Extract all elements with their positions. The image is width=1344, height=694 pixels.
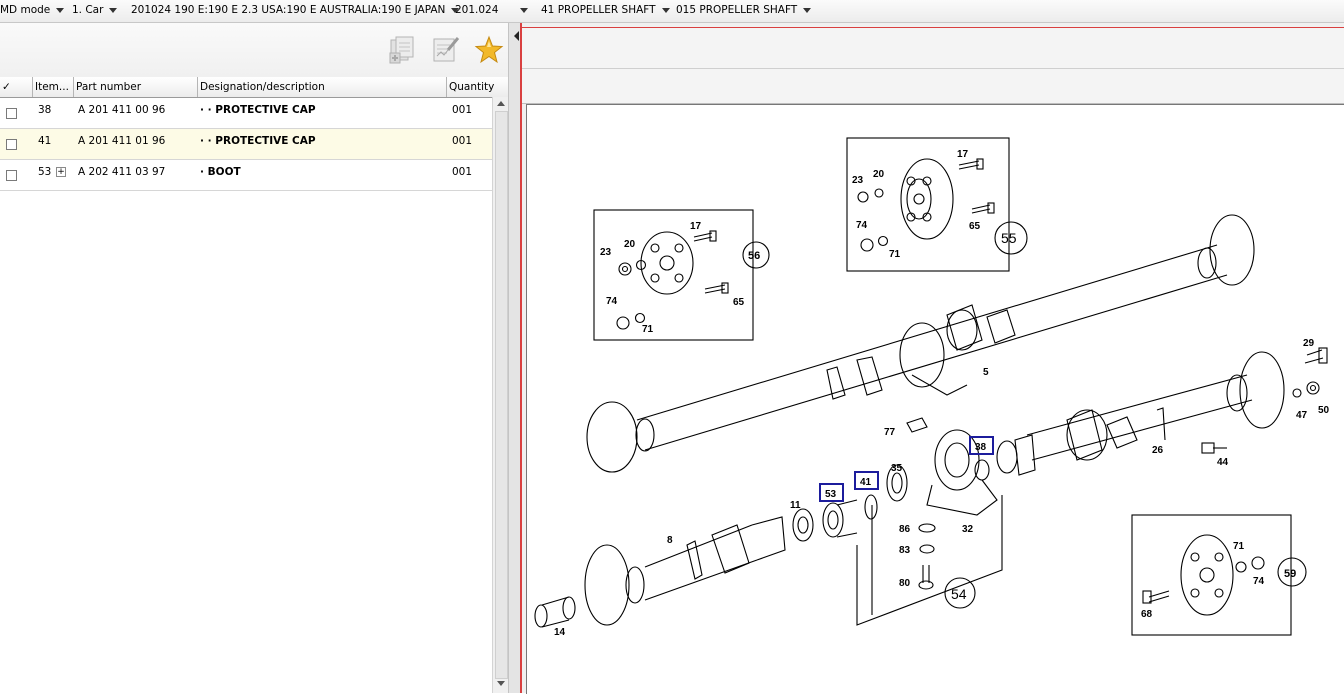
callout-71: 71 — [642, 324, 654, 335]
model-code-label: 201.024 — [455, 4, 499, 16]
vehicle-class-label: 1. Car — [72, 4, 104, 16]
callout-20: 20 — [624, 239, 636, 250]
row-part-number: A 201 411 00 96 — [78, 104, 166, 116]
row-item: 41 — [38, 135, 52, 147]
chevron-down-icon — [661, 7, 670, 13]
callout-5: 5 — [983, 367, 989, 378]
diagram-pane: 53 41 38 56 55 54 59 17 20 23 74 71 65 1… — [522, 23, 1344, 694]
diagram-toolbar — [522, 28, 1344, 69]
callout-44: 44 — [1217, 457, 1229, 468]
favorite-star-icon[interactable] — [474, 35, 504, 65]
parts-list-scrollbar[interactable] — [492, 97, 509, 693]
diagram-subtoolbar — [522, 69, 1344, 104]
mode-dropdown[interactable]: MD mode — [0, 4, 65, 18]
row-part-number: A 202 411 03 97 — [78, 166, 166, 178]
table-row[interactable]: 41 A 201 411 01 96 · · PROTECTIVE CAP 00… — [0, 129, 492, 160]
group-55-label: 55 — [1001, 230, 1017, 246]
scroll-down-icon[interactable] — [497, 681, 505, 686]
callout-71b: 71 — [889, 249, 901, 260]
copy-parts-icon[interactable] — [388, 35, 418, 65]
row-quantity: 001 — [452, 166, 473, 178]
callout-86: 86 — [899, 524, 911, 535]
scroll-up-icon[interactable] — [497, 101, 505, 106]
model-dropdown[interactable]: 201024 190 E:190 E 2.3 USA:190 E AUSTRAL… — [131, 4, 460, 18]
edit-notes-icon[interactable] — [431, 35, 461, 65]
inset-box-55 — [846, 137, 1010, 272]
chevron-down-icon — [109, 7, 118, 13]
table-row[interactable]: 38 A 201 411 00 96 · · PROTECTIVE CAP 00… — [0, 98, 492, 129]
mode-label: MD mode — [0, 4, 51, 16]
callout-17: 17 — [690, 221, 702, 232]
callout-17b: 17 — [957, 149, 969, 160]
callout-68: 68 — [1141, 609, 1153, 620]
model-code-dropdown[interactable]: 201.024 — [455, 4, 529, 18]
row-designation: · · PROTECTIVE CAP — [200, 135, 316, 147]
propeller-shaft-diagram: 53 41 38 56 55 54 59 17 20 23 74 71 65 1… — [534, 137, 1330, 638]
callout-11: 11 — [790, 500, 801, 511]
callout-65b: 65 — [969, 221, 981, 232]
callout-77: 77 — [884, 427, 896, 438]
subgroup-label: 015 PROPELLER SHAFT — [676, 4, 798, 16]
callout-26: 26 — [1152, 445, 1164, 456]
table-row[interactable]: 53 + A 202 411 03 97 · BOOT 001 — [0, 160, 492, 191]
parts-toolbar — [0, 23, 508, 78]
subgroup-dropdown[interactable]: 015 PROPELLER SHAFT — [676, 4, 812, 18]
callout-50: 50 — [1318, 405, 1330, 416]
chevron-down-icon — [56, 7, 65, 13]
row-quantity: 001 — [452, 104, 473, 116]
callout-74c: 74 — [1253, 576, 1265, 587]
group-59-label: 59 — [1284, 568, 1296, 580]
row-quantity: 001 — [452, 135, 473, 147]
chevron-down-icon — [520, 7, 529, 13]
row-checkbox[interactable] — [6, 108, 17, 119]
row-checkbox[interactable] — [6, 170, 17, 181]
callout-23b: 23 — [852, 175, 864, 186]
group-label: 41 PROPELLER SHAFT — [541, 4, 656, 16]
group-56-label: 56 — [748, 250, 760, 262]
callout-20b: 20 — [873, 169, 885, 180]
parts-list-pane: ✓ Item... Part number Designation/descri… — [0, 23, 509, 693]
inset-box-59 — [1131, 514, 1292, 636]
callout-53: 53 — [825, 489, 837, 500]
row-item: 53 — [38, 166, 52, 178]
callout-29: 29 — [1303, 338, 1315, 349]
callout-83: 83 — [899, 545, 911, 556]
callout-35: 35 — [891, 463, 903, 474]
callout-65: 65 — [733, 297, 745, 308]
row-part-number: A 201 411 01 96 — [78, 135, 166, 147]
callout-32: 32 — [962, 524, 974, 535]
scrollbar-thumb[interactable] — [495, 111, 508, 679]
breadcrumb-bar: MD mode 1. Car 201024 190 E:190 E 2.3 US… — [0, 0, 1344, 23]
header-item[interactable]: Item... — [33, 77, 74, 97]
row-item: 38 — [38, 104, 52, 116]
callout-41: 41 — [860, 477, 872, 488]
callout-74b: 74 — [856, 220, 868, 231]
callout-23: 23 — [600, 247, 612, 258]
callout-80: 80 — [899, 578, 911, 589]
row-designation: · · PROTECTIVE CAP — [200, 104, 316, 116]
expand-icon[interactable]: + — [56, 167, 66, 177]
row-checkbox[interactable] — [6, 139, 17, 150]
row-designation: · BOOT — [200, 166, 241, 178]
parts-table-header: ✓ Item... Part number Designation/descri… — [0, 77, 508, 98]
header-check[interactable]: ✓ — [0, 77, 33, 97]
header-designation[interactable]: Designation/description — [198, 77, 447, 97]
exploded-view-drawing[interactable]: 53 41 38 56 55 54 59 17 20 23 74 71 65 1… — [526, 104, 1344, 694]
header-part-number[interactable]: Part number — [74, 77, 198, 97]
header-quantity[interactable]: Quantity — [447, 77, 494, 97]
callout-8: 8 — [667, 535, 673, 546]
callout-71c: 71 — [1233, 541, 1245, 552]
model-label: 201024 190 E:190 E 2.3 USA:190 E AUSTRAL… — [131, 4, 446, 16]
callout-14: 14 — [554, 627, 566, 638]
callout-74: 74 — [606, 296, 618, 307]
chevron-down-icon — [803, 7, 812, 13]
callout-47: 47 — [1296, 410, 1308, 421]
vehicle-class-dropdown[interactable]: 1. Car — [72, 4, 118, 18]
callout-38: 38 — [975, 442, 987, 453]
collapse-left-icon[interactable] — [514, 31, 519, 41]
group-dropdown[interactable]: 41 PROPELLER SHAFT — [541, 4, 670, 18]
group-54-label: 54 — [951, 586, 967, 602]
